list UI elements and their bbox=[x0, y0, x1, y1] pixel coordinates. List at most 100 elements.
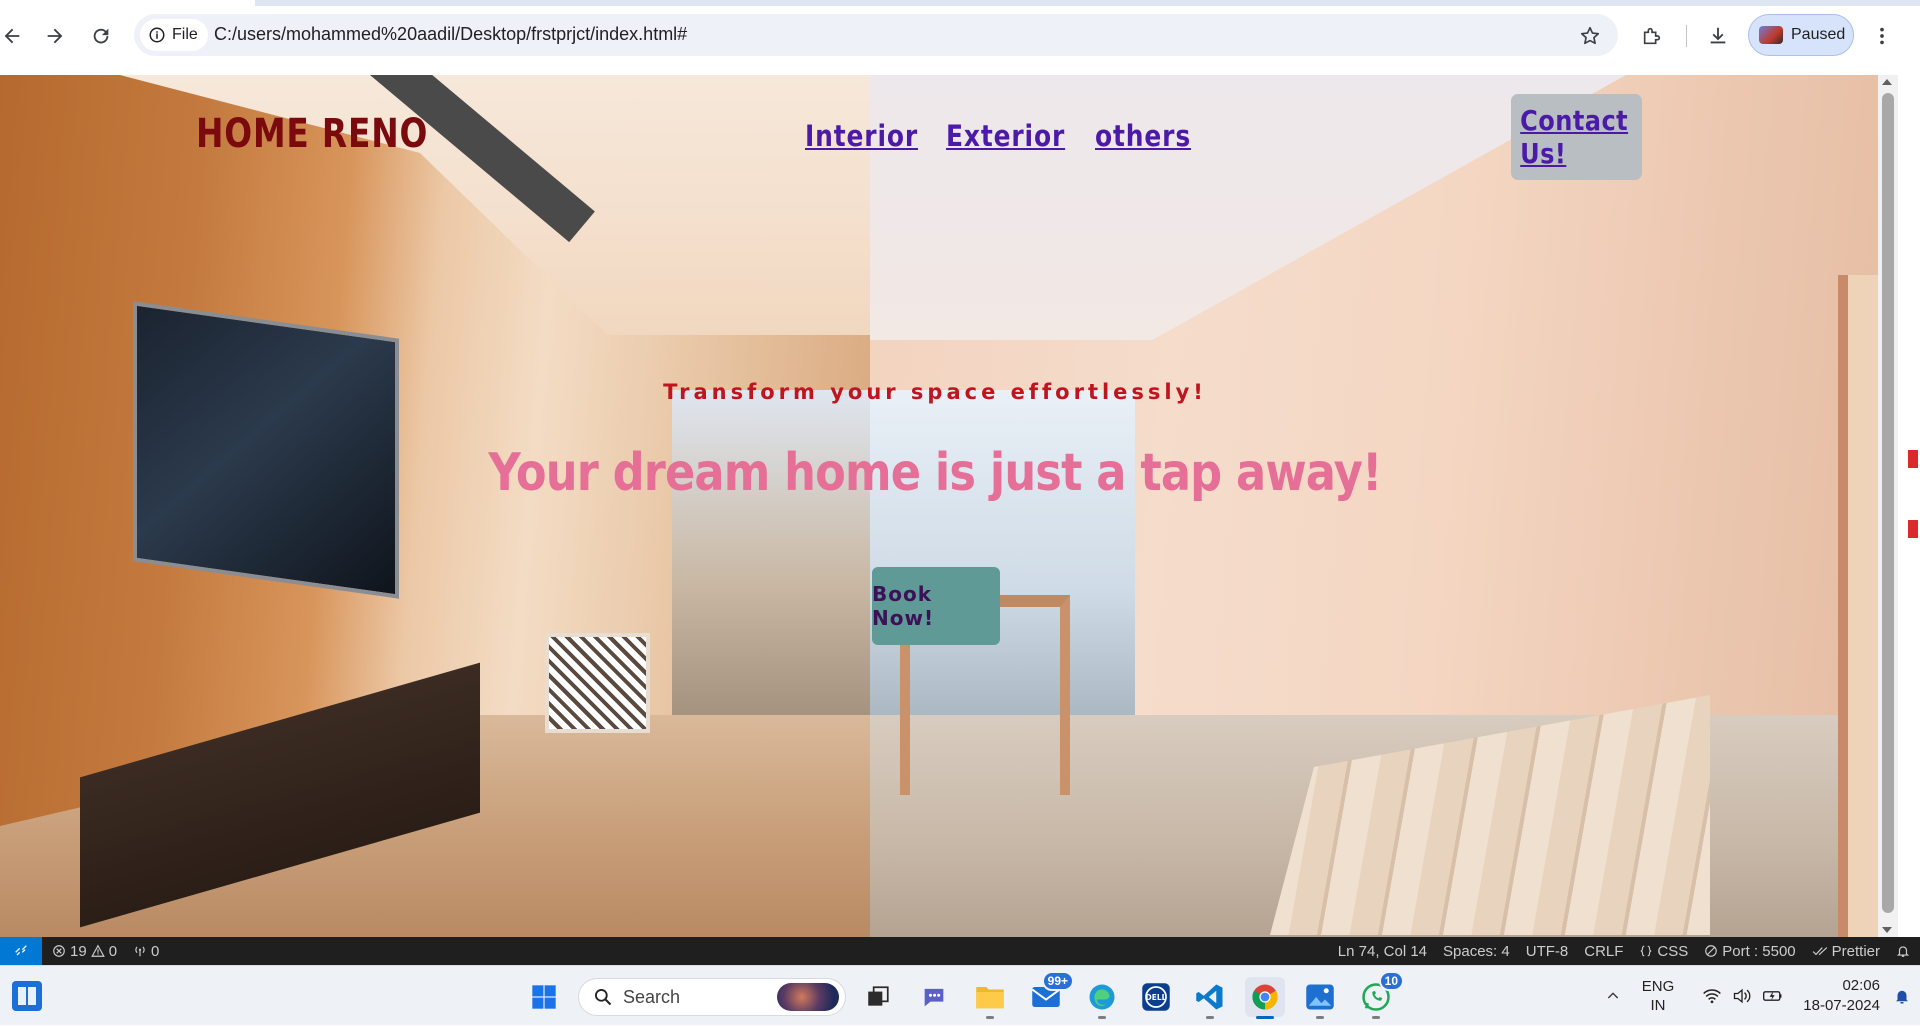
decorative-vent bbox=[545, 633, 650, 733]
running-indicator bbox=[1098, 1016, 1106, 1019]
hero-headline: Your dream home is just a tap away! bbox=[488, 443, 1382, 503]
vscode-button[interactable] bbox=[1190, 977, 1230, 1019]
bell-icon bbox=[1896, 946, 1910, 957]
reload-button[interactable] bbox=[85, 20, 117, 52]
site-logo[interactable]: HOME RENO bbox=[196, 111, 428, 157]
edge-browser-button[interactable] bbox=[1082, 977, 1122, 1019]
prettier-status[interactable]: Prettier bbox=[1804, 943, 1888, 960]
remote-icon bbox=[15, 945, 27, 956]
extensions-button[interactable] bbox=[1636, 20, 1668, 52]
photos-button[interactable] bbox=[1300, 977, 1340, 1019]
quick-settings-button[interactable] bbox=[1688, 987, 1798, 1005]
error-marker bbox=[1908, 450, 1918, 468]
address-bar[interactable]: File C:/users/mohammed%20aadil/Desktop/f… bbox=[134, 14, 1618, 56]
whatsapp-unread-badge: 10 bbox=[1378, 971, 1404, 991]
notification-center-button[interactable] bbox=[1884, 987, 1920, 1005]
scroll-up-arrow-icon[interactable] bbox=[1882, 79, 1892, 85]
browser-menu-button[interactable] bbox=[1866, 20, 1898, 52]
double-check-icon bbox=[1812, 947, 1827, 956]
taskbar-search-box[interactable]: Search bbox=[578, 978, 846, 1016]
url-text[interactable]: C:/users/mohammed%20aadil/Desktop/frstpr… bbox=[214, 24, 687, 45]
site-info-chip[interactable]: File bbox=[140, 19, 208, 51]
error-circle-icon bbox=[53, 945, 65, 957]
info-icon bbox=[149, 27, 165, 43]
folder-icon bbox=[976, 987, 1004, 1009]
ports-status[interactable]: 0 bbox=[125, 943, 167, 960]
no-entry-icon bbox=[1705, 945, 1718, 957]
notifications-button[interactable] bbox=[1888, 944, 1920, 958]
teams-chat-button[interactable] bbox=[914, 977, 954, 1017]
page-scrollbar[interactable] bbox=[1878, 75, 1898, 937]
dell-app-button[interactable]: DELL bbox=[1136, 977, 1176, 1017]
mail-unread-badge: 99+ bbox=[1041, 971, 1074, 991]
reload-icon bbox=[93, 28, 109, 44]
clock-button[interactable]: 02:06 18-07-2024 bbox=[1798, 976, 1884, 1016]
svg-text:DELL: DELL bbox=[1146, 993, 1167, 1002]
eol-status[interactable]: CRLF bbox=[1576, 943, 1631, 960]
contact-us-button[interactable]: Contact Us! bbox=[1511, 94, 1642, 180]
hero-tagline: Transform your space effortlessly! bbox=[663, 380, 1207, 404]
file-explorer-button[interactable] bbox=[970, 977, 1010, 1019]
chevron-up-icon bbox=[1607, 992, 1619, 999]
download-icon bbox=[1710, 27, 1726, 44]
profile-button[interactable]: Paused bbox=[1748, 14, 1854, 56]
chrome-icon bbox=[1252, 984, 1278, 1010]
warning-count: 0 bbox=[108, 942, 118, 960]
widgets-button[interactable] bbox=[12, 981, 42, 1011]
back-button[interactable] bbox=[0, 20, 28, 52]
language-code: ENG bbox=[1641, 978, 1675, 995]
clock-date: 18-07-2024 bbox=[1803, 997, 1880, 1014]
start-button[interactable] bbox=[524, 977, 564, 1017]
prettier-label: Prettier bbox=[1831, 942, 1880, 960]
problems-status[interactable]: 19 0 bbox=[42, 943, 125, 960]
profile-status: Paused bbox=[1791, 26, 1846, 43]
task-view-button[interactable] bbox=[858, 977, 898, 1017]
windows-logo-icon bbox=[532, 985, 556, 1009]
forward-arrow-icon bbox=[47, 28, 63, 44]
bookmark-button[interactable] bbox=[1576, 22, 1604, 50]
language-mode[interactable]: CSS bbox=[1631, 943, 1696, 960]
mail-button[interactable]: 99+ bbox=[1026, 971, 1074, 1017]
whatsapp-button[interactable]: 10 bbox=[1356, 971, 1404, 1019]
encoding-status[interactable]: UTF-8 bbox=[1518, 943, 1577, 960]
scroll-down-arrow-icon[interactable] bbox=[1882, 927, 1892, 933]
scroll-thumb[interactable] bbox=[1882, 93, 1894, 913]
volume-icon bbox=[1733, 988, 1751, 1004]
more-vert-icon bbox=[1880, 27, 1884, 45]
editor-status-bar: 19 0 0 Ln 74, Col 14 Spaces: 4 UTF-8 CRL… bbox=[0, 937, 1920, 965]
chrome-button[interactable] bbox=[1245, 977, 1285, 1019]
task-view-icon bbox=[868, 986, 889, 1006]
downloads-button[interactable] bbox=[1702, 20, 1734, 52]
windows-taskbar: Search 99+ DELL 10 ENG IN 02:06 18-07-20… bbox=[0, 965, 1920, 1025]
browser-toolbar: File C:/users/mohammed%20aadil/Desktop/f… bbox=[0, 0, 1920, 75]
input-language-button[interactable]: ENG IN bbox=[1628, 977, 1688, 1015]
door-frame bbox=[1838, 275, 1878, 937]
site-info-label: File bbox=[172, 26, 198, 43]
edge-icon bbox=[1089, 984, 1115, 1010]
warning-icon bbox=[90, 944, 105, 957]
remote-indicator-button[interactable] bbox=[0, 937, 42, 965]
forward-button[interactable] bbox=[39, 20, 71, 52]
running-indicator bbox=[1316, 1016, 1324, 1019]
indentation-status[interactable]: Spaces: 4 bbox=[1435, 943, 1518, 960]
cursor-position[interactable]: Ln 74, Col 14 bbox=[1330, 943, 1435, 960]
nav-link-interior[interactable]: Interior bbox=[805, 119, 918, 153]
star-icon bbox=[1580, 26, 1600, 45]
tab-strip bbox=[0, 0, 1920, 6]
running-indicator bbox=[1206, 1016, 1214, 1019]
photos-icon bbox=[1306, 984, 1334, 1010]
show-hidden-icons-button[interactable] bbox=[1598, 988, 1628, 1004]
vscode-icon bbox=[1196, 984, 1223, 1010]
toolbar-separator bbox=[1686, 25, 1687, 47]
error-count: 19 bbox=[70, 942, 87, 960]
language-region: IN bbox=[1650, 997, 1666, 1014]
editor-minimap-gutter bbox=[1898, 75, 1920, 937]
nav-link-others[interactable]: others bbox=[1095, 119, 1191, 153]
live-server-port[interactable]: Port : 5500 bbox=[1696, 943, 1803, 960]
back-arrow-icon bbox=[4, 28, 20, 44]
nav-link-exterior[interactable]: Exterior bbox=[946, 119, 1065, 153]
wifi-icon bbox=[1703, 989, 1721, 1004]
book-now-button[interactable]: Book Now! bbox=[872, 567, 1000, 645]
chat-bubble-icon bbox=[924, 988, 944, 1007]
search-placeholder: Search bbox=[623, 986, 681, 1007]
